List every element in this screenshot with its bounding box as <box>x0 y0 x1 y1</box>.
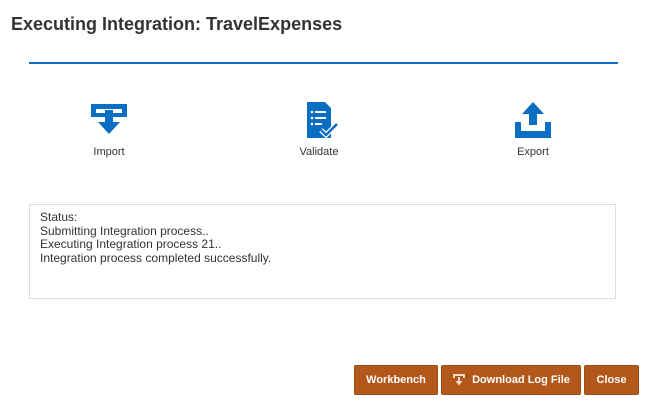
download-log-button-label: Download Log File <box>472 374 570 386</box>
validate-icon <box>307 102 339 139</box>
download-log-button[interactable]: Download Log File <box>441 365 581 395</box>
close-button-label: Close <box>596 374 627 386</box>
step-validate: Validate <box>269 100 369 158</box>
import-icon <box>91 104 127 134</box>
step-label-validate: Validate <box>299 146 339 158</box>
status-line: Submitting Integration process.. <box>40 223 209 238</box>
export-icon <box>515 102 551 138</box>
status-line: Executing Integration process 21.. <box>40 237 222 251</box>
step-label-export: Export <box>517 146 549 158</box>
close-button[interactable]: Close <box>584 365 639 395</box>
execute-integration-dialog: Executing Integration: TravelExpenses Im… <box>0 0 661 419</box>
status-line: Integration process completed successful… <box>40 250 272 265</box>
step-label-import: Import <box>93 146 125 158</box>
step-import: Import <box>59 100 159 158</box>
download-icon <box>453 374 466 386</box>
progress-divider <box>29 62 618 64</box>
step-export: Export <box>483 100 583 158</box>
status-line: Status: <box>40 210 78 224</box>
dialog-title: Executing Integration: TravelExpenses <box>11 14 343 34</box>
workbench-button-label: Workbench <box>366 374 426 386</box>
status-log: Status: Submitting Integration process..… <box>29 204 616 299</box>
workbench-button[interactable]: Workbench <box>354 365 438 395</box>
